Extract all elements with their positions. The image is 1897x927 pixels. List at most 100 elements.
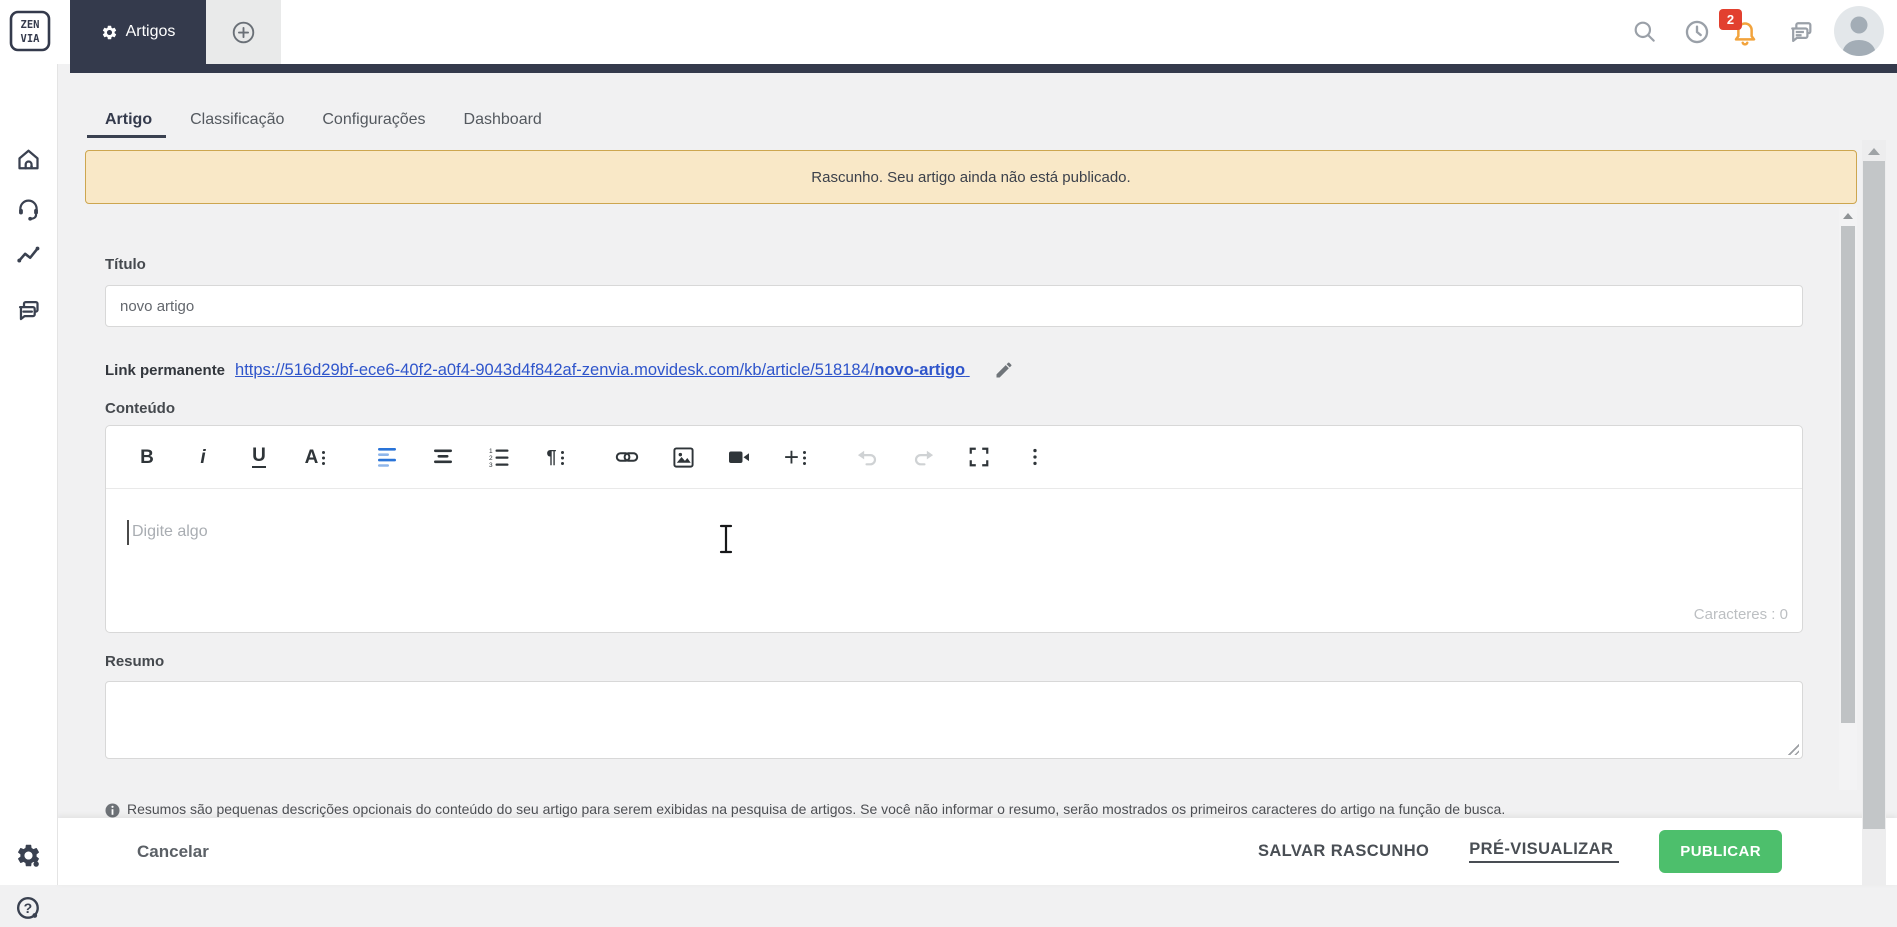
new-tab-button[interactable] (206, 0, 281, 64)
edit-permalink-button[interactable] (994, 360, 1014, 380)
permalink-label: Link permanente (105, 361, 226, 379)
logo-text-top: ZEN (21, 19, 40, 31)
kebab-menu-icon (1033, 448, 1037, 466)
logo-text-bottom: VIA (21, 33, 41, 45)
rich-text-editor: B i U A 1 2 3 ¶ + Digite algo Caracteres… (105, 425, 1803, 633)
history-button[interactable] (1679, 14, 1715, 50)
underline-button[interactable]: U (242, 440, 276, 474)
italic-button[interactable]: i (186, 440, 220, 474)
save-draft-button[interactable]: SALVAR RASCUNHO (1258, 842, 1429, 861)
chat-bubbles-icon (1787, 18, 1815, 46)
page-tabs: Artigo Classificação Configurações Dashb… (86, 111, 542, 138)
tab-dashboard[interactable]: Dashboard (464, 111, 542, 138)
outer-scrollbar-thumb[interactable] (1863, 161, 1885, 829)
insert-more-button[interactable]: + (778, 440, 812, 474)
scroll-up-icon[interactable] (1843, 213, 1853, 219)
gear-icon (101, 24, 118, 41)
home-icon[interactable] (15, 146, 42, 173)
svg-text:?: ? (24, 900, 33, 916)
tab-artigo[interactable]: Artigo (86, 111, 167, 138)
app-tab-artigos[interactable]: Artigos (70, 0, 206, 64)
action-footer: Cancelar SALVAR RASCUNHO PRÉ-VISUALIZAR … (57, 818, 1897, 885)
more-text-glyph: A (304, 446, 319, 468)
insert-video-button[interactable] (722, 440, 756, 474)
permalink-link[interactable]: https://516d29bf-ece6-40f2-a0f4-9043d4f8… (235, 361, 970, 380)
cancel-button[interactable]: Cancelar (137, 818, 209, 885)
redo-icon (914, 450, 933, 465)
paragraph-glyph: ¶ (546, 447, 557, 467)
insert-image-button[interactable] (666, 440, 700, 474)
undo-icon (857, 450, 876, 465)
svg-text:2: 2 (489, 455, 493, 462)
editor-placeholder: Digite algo (132, 523, 208, 540)
topbar-accent-strip (70, 64, 1897, 73)
ordered-list-button[interactable]: 1 2 3 (482, 440, 516, 474)
ordered-list-icon: 1 2 3 (489, 448, 509, 468)
tab-configuracoes[interactable]: Configurações (322, 111, 425, 138)
inner-scrollbar-thumb[interactable] (1841, 226, 1855, 723)
tab-classificacao[interactable]: Classificação (190, 111, 284, 138)
italic-glyph: i (200, 446, 206, 468)
editor-content-area[interactable]: Digite algo Caracteres : 0 (106, 489, 1802, 633)
topbar: ZEN VIA Artigos 2 (0, 0, 1897, 64)
search-button[interactable] (1627, 14, 1663, 50)
sidebar: ? (0, 64, 58, 919)
summary-textarea[interactable] (105, 681, 1803, 759)
summary-label: Resumo (105, 653, 165, 670)
draft-warning-banner: Rascunho. Seu artigo ainda não está publ… (85, 150, 1857, 204)
permalink-row: Link permanente https://516d29bf-ece6-40… (105, 360, 1014, 380)
align-center-button[interactable] (426, 440, 460, 474)
editor-toolbar: B i U A 1 2 3 ¶ + (106, 426, 1802, 489)
settings-gear-icon[interactable] (15, 842, 42, 869)
text-caret (127, 520, 129, 545)
headset-icon[interactable] (15, 195, 42, 222)
align-center-icon (433, 449, 452, 464)
info-icon (105, 803, 120, 818)
more-text-button[interactable]: A (298, 440, 332, 474)
content-label: Conteúdo (105, 400, 175, 417)
plus-circle-icon (231, 20, 256, 45)
clock-icon (1683, 18, 1711, 46)
align-left-button[interactable] (370, 440, 404, 474)
paragraph-format-button[interactable]: ¶ (538, 440, 572, 474)
chat-button[interactable] (1783, 14, 1819, 50)
avatar[interactable] (1834, 6, 1884, 56)
fullscreen-button[interactable] (962, 440, 996, 474)
permalink-url: https://516d29bf-ece6-40f2-a0f4-9043d4f8… (235, 360, 875, 379)
underline-glyph: U (252, 445, 266, 468)
more-dots-icon (560, 450, 564, 454)
more-dots-icon (803, 450, 807, 454)
bold-glyph: B (140, 446, 154, 468)
summary-helper: Resumos são pequenas descrições opcionai… (105, 801, 1805, 818)
svg-text:1: 1 (489, 448, 493, 455)
insert-link-button[interactable] (610, 440, 644, 474)
title-input[interactable] (105, 285, 1803, 327)
video-icon (729, 451, 749, 463)
plus-glyph: + (783, 442, 800, 472)
article-editor-page: Artigo Classificação Configurações Dashb… (57, 73, 1897, 818)
metrics-icon[interactable] (15, 242, 42, 269)
fullscreen-icon (969, 447, 989, 467)
scroll-up-icon[interactable] (1868, 148, 1880, 155)
preview-button[interactable]: PRÉ-VISUALIZAR (1469, 840, 1620, 863)
undo-button[interactable] (850, 440, 884, 474)
svg-text:3: 3 (489, 462, 493, 468)
outer-scrollbar[interactable] (1862, 140, 1886, 885)
bold-button[interactable]: B (130, 440, 164, 474)
draft-warning-text: Rascunho. Seu artigo ainda não está publ… (811, 168, 1131, 186)
more-dots-icon (322, 450, 326, 454)
notification-badge: 2 (1719, 9, 1742, 30)
conversations-icon[interactable] (15, 297, 42, 324)
help-icon[interactable]: ? (15, 895, 42, 922)
publish-button[interactable]: PUBLICAR (1659, 830, 1782, 873)
more-options-button[interactable] (1018, 440, 1052, 474)
title-label: Título (105, 256, 146, 273)
search-icon (1632, 19, 1658, 45)
app-tab-label: Artigos (125, 23, 176, 40)
inner-scrollbar[interactable] (1839, 207, 1857, 790)
zenvia-logo-icon[interactable]: ZEN VIA (9, 10, 51, 52)
permalink-slug: novo-artigo (874, 360, 966, 379)
align-left-icon (377, 448, 396, 467)
summary-helper-text: Resumos são pequenas descrições opcionai… (127, 801, 1506, 817)
redo-button[interactable] (906, 440, 940, 474)
